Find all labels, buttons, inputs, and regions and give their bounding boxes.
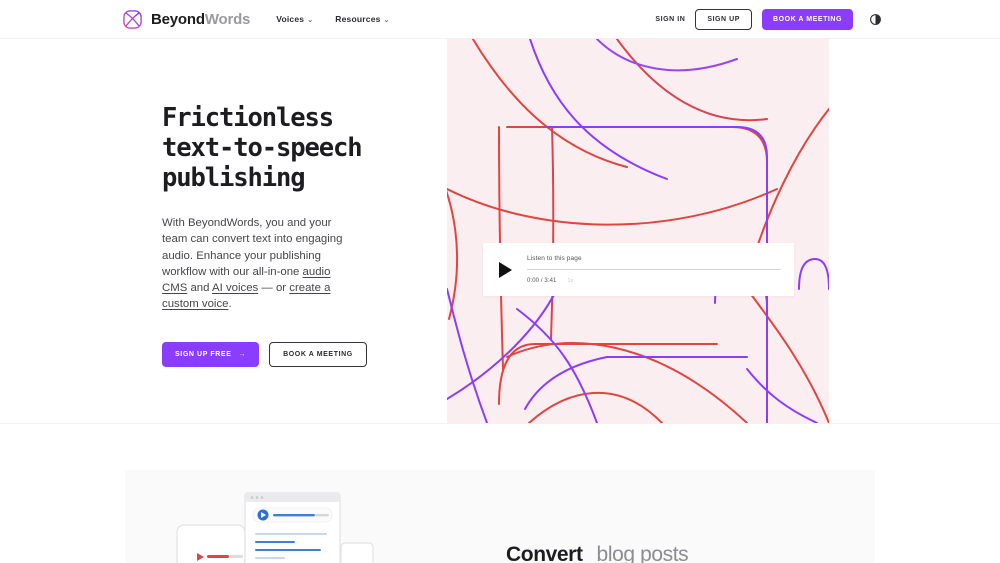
paragraph-segment-3: — or <box>258 282 289 294</box>
audio-player: Listen to this page 0:00 / 3:41 1x <box>483 243 794 296</box>
chevron-down-icon: ⌄ <box>307 17 313 24</box>
convert-headline: Convert blog posts <box>506 543 688 563</box>
player-body: Listen to this page 0:00 / 3:41 1x <box>527 255 794 285</box>
hero-section: Frictionless text-to-speech publishing W… <box>0 39 1000 423</box>
headline-line-3: publishing <box>162 163 305 193</box>
hero-cta-row: SIGN UP FREE → BOOK A MEETING <box>162 342 422 367</box>
main-nav: Voices ⌄ Resources ⌄ <box>276 14 389 24</box>
book-a-meeting-button[interactable]: BOOK A MEETING <box>762 9 853 30</box>
sign-in-link[interactable]: SIGN IN <box>655 16 685 23</box>
play-icon <box>499 262 512 278</box>
player-time: 0:00 / 3:41 <box>527 278 556 284</box>
nav-item-resources-label: Resources <box>335 14 380 24</box>
convert-subject: blog posts <box>597 543 689 563</box>
devices-illustration <box>175 483 375 563</box>
play-button[interactable] <box>483 262 527 278</box>
sign-up-free-button[interactable]: SIGN UP FREE → <box>162 342 259 367</box>
paragraph-segment-4: . <box>228 298 231 310</box>
abstract-curves-graphic <box>447 39 829 423</box>
brand-name-part2: Words <box>205 11 250 28</box>
nav-item-resources[interactable]: Resources ⌄ <box>335 14 389 24</box>
hero-copy: Frictionless text-to-speech publishing W… <box>162 103 422 367</box>
player-label: Listen to this page <box>527 255 781 262</box>
sign-up-button[interactable]: SIGN UP <box>695 9 752 30</box>
site-header: BeyondWords Voices ⌄ Resources ⌄ SIGN IN… <box>0 0 1000 39</box>
headline-line-1: Frictionless <box>162 103 333 133</box>
progress-bar[interactable] <box>527 269 781 271</box>
hero-paragraph: With BeyondWords, you and your team can … <box>162 215 352 312</box>
arrow-right-icon: → <box>238 351 246 358</box>
brand-name-part1: Beyond <box>151 11 205 28</box>
player-footer: 0:00 / 3:41 1x <box>527 278 781 284</box>
headline-line-2: text-to-speech <box>162 133 362 163</box>
section-divider <box>0 423 1000 424</box>
paragraph-segment-2: and <box>187 282 212 294</box>
convert-word: Convert <box>506 543 583 563</box>
page-title: Frictionless text-to-speech publishing <box>162 103 422 193</box>
hero-artwork <box>447 39 829 423</box>
sign-up-free-label: SIGN UP FREE <box>175 351 231 358</box>
header-actions: SIGN IN SIGN UP BOOK A MEETING <box>655 9 882 30</box>
brand-name: BeyondWords <box>151 12 250 27</box>
ai-voices-link[interactable]: AI voices <box>212 282 258 294</box>
nav-item-voices[interactable]: Voices ⌄ <box>276 14 313 24</box>
chevron-down-icon: ⌄ <box>384 17 390 24</box>
dark-mode-toggle-icon[interactable] <box>869 13 882 26</box>
nav-item-voices-label: Voices <box>276 14 304 24</box>
beyondwords-logo-icon <box>122 9 143 30</box>
playback-speed-button[interactable]: 1x <box>567 278 573 284</box>
hero-book-a-meeting-button[interactable]: BOOK A MEETING <box>269 342 367 367</box>
brand-logo[interactable]: BeyondWords <box>122 9 250 30</box>
page-root: BeyondWords Voices ⌄ Resources ⌄ SIGN IN… <box>0 0 1000 563</box>
